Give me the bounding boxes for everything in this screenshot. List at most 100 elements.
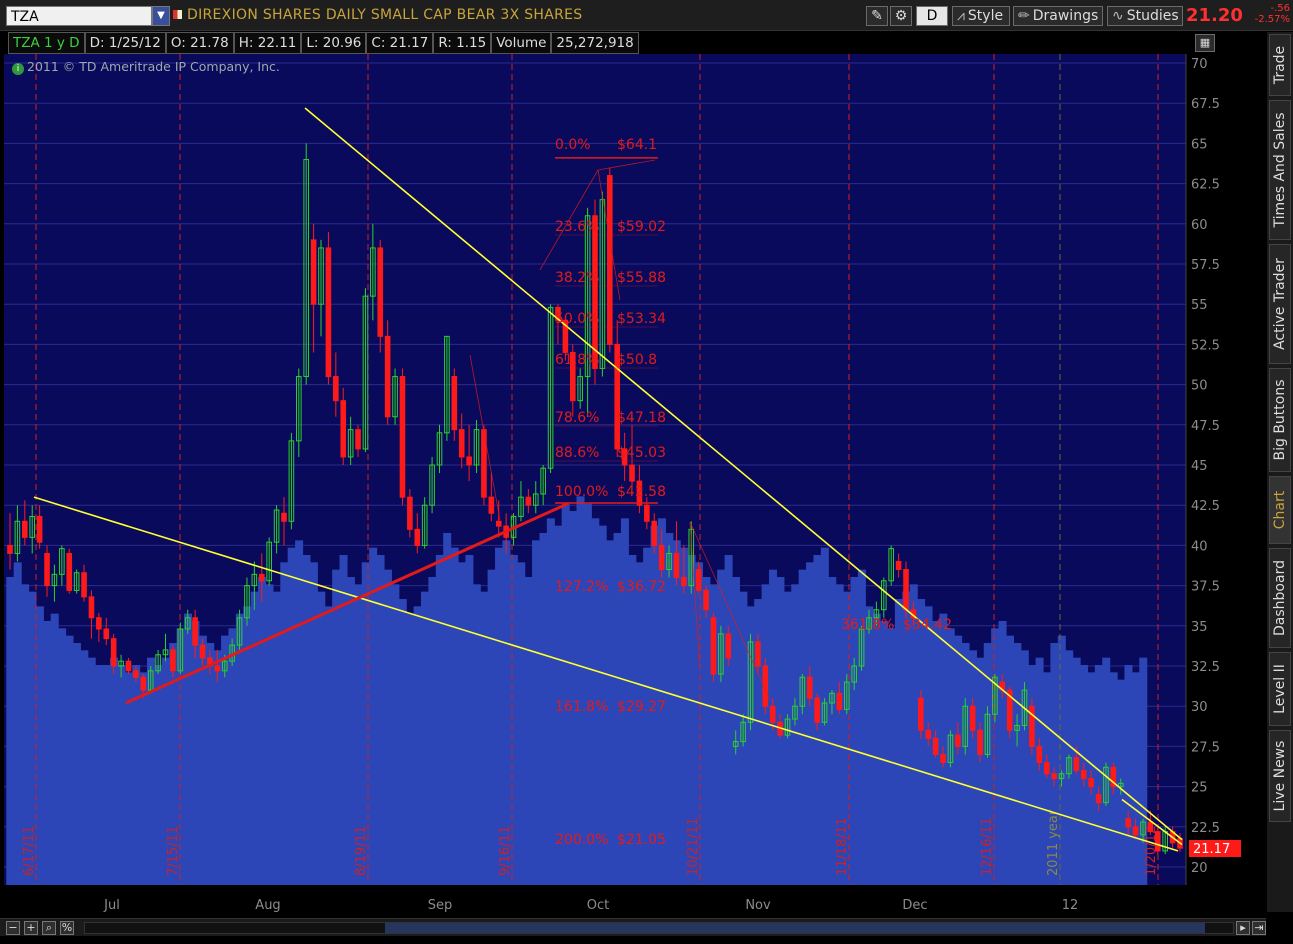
percent-icon[interactable]: %: [60, 921, 74, 935]
volume-bar: [124, 672, 133, 885]
volume-bar: [332, 569, 341, 885]
candle-body: [673, 552, 680, 579]
y-tick-label: 52.5: [1191, 338, 1220, 353]
info-symbol-period[interactable]: TZA 1 y D: [8, 32, 85, 54]
candle-body: [333, 376, 339, 402]
volume-bar: [968, 650, 977, 885]
candle-body: [651, 520, 658, 546]
y-tick-label: 57.5: [1191, 258, 1220, 273]
candle-body: [170, 649, 176, 672]
volume-bar: [865, 606, 874, 885]
tab-big-buttons[interactable]: Big Buttons: [1269, 368, 1291, 472]
fib-price-label: $50.8: [617, 352, 657, 368]
candle-body: [814, 697, 820, 723]
volume-bar: [191, 621, 200, 885]
candle-body: [66, 552, 73, 591]
price-chart[interactable]: 6/17/11 7/15/11 8/19/11 9/16/11 10/21/11 11/1…: [0, 0, 1266, 918]
candle-body: [1088, 778, 1094, 788]
y-tick-label: 67.5: [1191, 97, 1220, 112]
volume-bar: [139, 672, 148, 885]
tab-level-ii[interactable]: Level II: [1269, 652, 1291, 726]
candle-body: [451, 376, 458, 431]
info-close: C: 21.17: [366, 32, 434, 54]
fib-price-label: $34.42: [903, 617, 952, 633]
down-candle: [1029, 698, 1035, 755]
chart-settings-icon[interactable]: ▦: [1195, 34, 1215, 52]
candle-body: [22, 520, 28, 538]
scroll-right-icon[interactable]: ▸: [1236, 921, 1250, 935]
expand-icon[interactable]: ⇥: [1252, 921, 1266, 935]
candle-body: [414, 528, 421, 546]
candle-body: [710, 617, 717, 675]
volume-bar: [1013, 643, 1022, 885]
candle-body: [214, 665, 221, 672]
volume-bar: [902, 591, 911, 885]
volume-bar: [302, 555, 311, 885]
volume-bar: [917, 599, 926, 885]
candle-body: [110, 638, 117, 667]
tab-dashboard[interactable]: Dashboard: [1269, 548, 1291, 648]
fib-level-label: 61.8%: [555, 352, 599, 368]
candle-body: [36, 515, 43, 543]
candle-body: [1132, 826, 1139, 836]
volume-bar: [50, 613, 59, 885]
volume-bar: [791, 584, 800, 885]
fib-level-label: 50.0%: [555, 311, 599, 327]
volume-bar: [295, 540, 304, 885]
event-label: 7/15/11: [166, 826, 181, 876]
fib-level-label: 0.0%: [555, 137, 591, 153]
candle-body: [495, 520, 502, 527]
candle-body: [725, 633, 732, 659]
info-low: L: 20.96: [301, 32, 367, 54]
tab-live-news[interactable]: Live News: [1269, 730, 1291, 822]
candle-body: [681, 577, 687, 587]
info-date: D: 1/25/12: [84, 32, 166, 54]
candle-body: [932, 737, 939, 755]
y-tick-label: 45: [1191, 459, 1208, 474]
tab-trade[interactable]: Trade: [1269, 34, 1291, 96]
volume-bar: [561, 503, 570, 885]
fib-level-label: 161.8%: [555, 699, 608, 715]
candle-body: [769, 705, 776, 723]
volume-bar: [806, 562, 815, 885]
event-label: 2011 year: [1046, 809, 1061, 876]
x-tick-label: Sep: [428, 898, 453, 913]
candle-body: [525, 496, 532, 506]
candle-body: [1051, 773, 1057, 780]
candle-body: [88, 596, 95, 619]
y-tick-label: 65: [1191, 137, 1208, 152]
y-tick-label: 22.5: [1191, 821, 1220, 836]
volume-bar: [665, 533, 674, 885]
magnifier-icon[interactable]: ⌕: [42, 921, 56, 935]
horizontal-scrollbar[interactable]: − + ⌕ % ▸ ⇥: [0, 918, 1266, 936]
tab-active-trader[interactable]: Active Trader: [1269, 244, 1291, 364]
zoom-in-icon[interactable]: +: [24, 921, 38, 935]
volume-bar: [213, 650, 222, 885]
y-tick-label: 50: [1191, 379, 1208, 394]
y-tick-label: 32.5: [1191, 660, 1220, 675]
volume-bar: [583, 503, 592, 885]
scroll-track[interactable]: [84, 922, 1234, 934]
candle-body: [903, 569, 909, 611]
fib-level-label: 100.0%: [555, 484, 608, 500]
fib-level-label: 200.0%: [555, 832, 608, 848]
candle-body: [755, 641, 761, 667]
tab-times-and-sales[interactable]: Times And Sales: [1269, 100, 1291, 240]
volume-bar: [250, 591, 259, 885]
volume-bar: [443, 533, 452, 885]
zoom-out-icon[interactable]: −: [6, 921, 20, 935]
volume-bar: [954, 635, 963, 885]
tab-chart[interactable]: Chart: [1269, 476, 1291, 544]
volume-bar: [1124, 665, 1133, 885]
volume-bar: [450, 547, 459, 885]
event-label: 11/18/11: [835, 818, 850, 876]
volume-bar: [258, 577, 267, 885]
volume-bar: [324, 606, 333, 885]
event-label: 10/21/11: [686, 818, 701, 876]
volume-bar: [317, 591, 326, 885]
y-tick-label: 37.5: [1191, 580, 1220, 595]
candle-body: [7, 544, 13, 554]
candle-body: [96, 617, 102, 630]
volume-bar: [798, 569, 807, 885]
scroll-thumb[interactable]: [385, 923, 1205, 933]
